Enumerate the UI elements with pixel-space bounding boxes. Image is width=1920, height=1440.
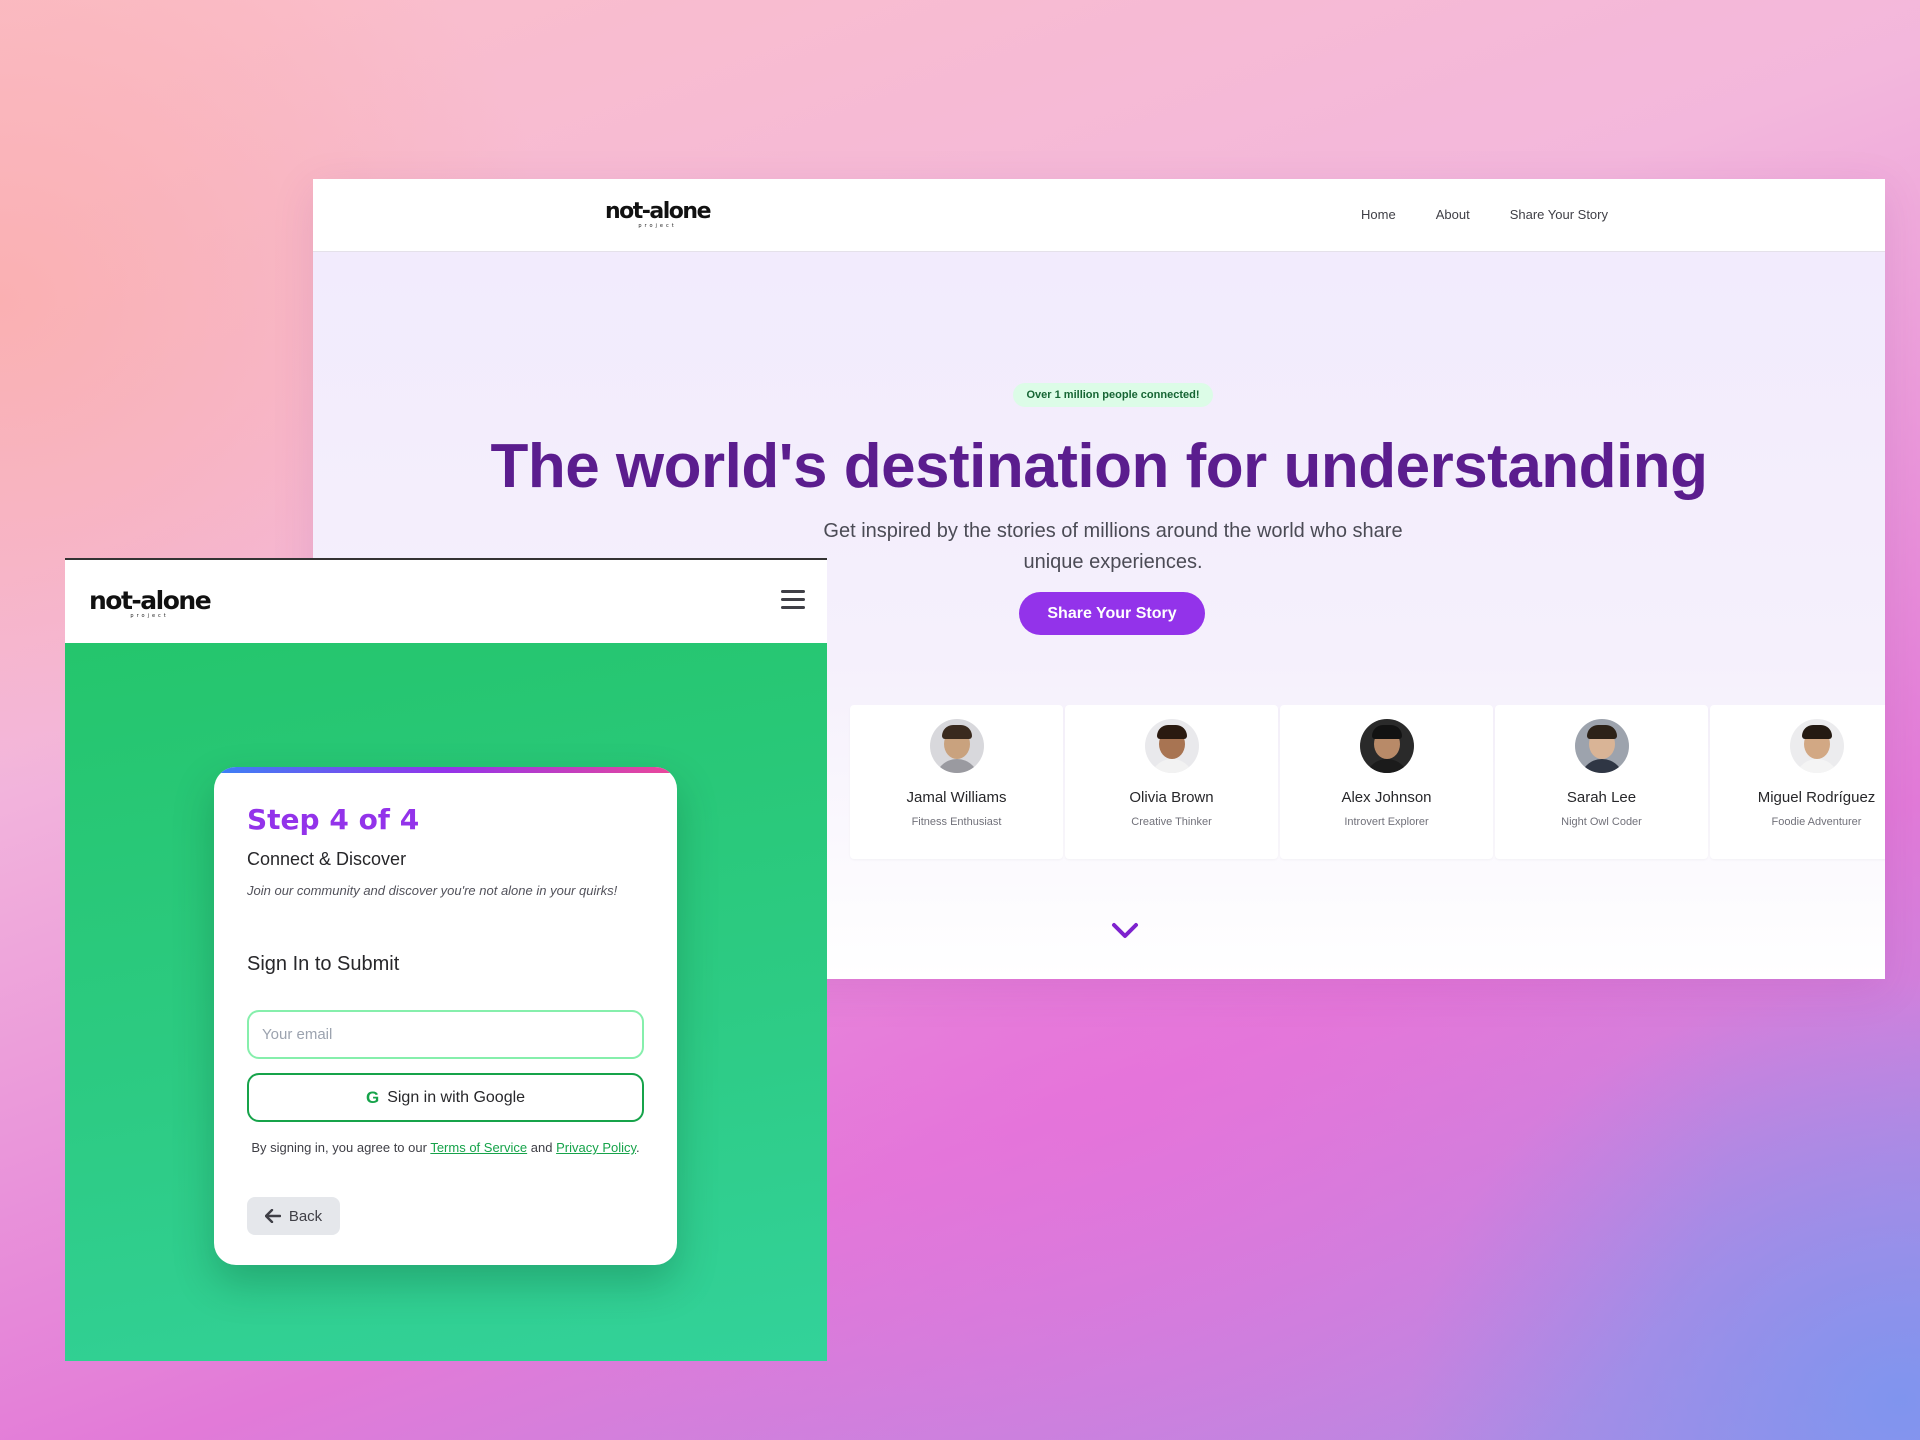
profile-name: Alex Johnson [1341, 789, 1432, 806]
profile-name: Sarah Lee [1566, 789, 1637, 806]
profile-name: Miguel Rodríguez [1757, 789, 1876, 806]
google-signin-button[interactable]: G Sign in with Google [247, 1073, 644, 1122]
profile-role: Introvert Explorer [1344, 816, 1429, 828]
profile-role: Creative Thinker [1131, 816, 1212, 828]
arrow-left-icon [264, 1209, 281, 1223]
back-button[interactable]: Back [247, 1197, 340, 1235]
profile-name: Jamal Williams [906, 789, 1007, 806]
site-logo[interactable]: not-alone project [89, 586, 212, 619]
avatar [1359, 719, 1414, 773]
privacy-policy-link[interactable]: Privacy Policy [556, 1140, 636, 1155]
site-logo[interactable]: not-alone project [605, 199, 712, 229]
google-icon: G [365, 1087, 380, 1107]
mobile-header: not-alone project [65, 558, 827, 643]
terms-prefix: By signing in, you agree to our [251, 1140, 427, 1155]
avatar [929, 719, 984, 773]
connected-badge: Over 1 million people connected! [1013, 383, 1213, 407]
chevron-down-icon[interactable] [1110, 921, 1140, 941]
hamburger-menu-icon[interactable] [781, 590, 805, 614]
nav-share-your-story[interactable]: Share Your Story [1510, 207, 1608, 222]
profile-card[interactable]: Olivia Brown Creative Thinker [1065, 705, 1278, 859]
nav-about[interactable]: About [1436, 207, 1470, 222]
step-description: Join our community and discover you're n… [247, 883, 618, 898]
google-signin-label: Sign in with Google [387, 1088, 526, 1106]
main-nav: Home About Share Your Story [1361, 207, 1608, 222]
terms-of-service-link[interactable]: Terms of Service [430, 1140, 527, 1155]
step-subtitle: Connect & Discover [247, 849, 407, 869]
avatar [1574, 719, 1629, 773]
profile-card[interactable]: Alex Johnson Introvert Explorer [1280, 705, 1493, 859]
email-input[interactable] [247, 1010, 644, 1059]
profile-card[interactable]: Miguel Rodríguez Foodie Adventurer [1710, 705, 1885, 859]
nav-home[interactable]: Home [1361, 207, 1396, 222]
terms-and: and [530, 1140, 553, 1155]
avatar [1789, 719, 1844, 773]
hero-subtitle: Get inspired by the stories of millions … [823, 520, 1403, 573]
share-story-button[interactable]: Share Your Story [1019, 592, 1205, 635]
logo-text: not-alone [89, 586, 212, 615]
avatar [1144, 719, 1199, 773]
profile-role: Fitness Enthusiast [911, 816, 1002, 828]
desktop-header: not-alone project Home About Share Your … [313, 179, 1885, 252]
signup-step-card: Step 4 of 4 Connect & Discover Join our … [214, 767, 677, 1265]
hero-title: The world's destination for understandin… [490, 432, 1708, 501]
logo-subtext: project [638, 223, 677, 229]
profile-card[interactable]: Jamal Williams Fitness Enthusiast [850, 705, 1063, 859]
profile-card[interactable]: Sarah Lee Night Owl Coder [1495, 705, 1708, 859]
terms-notice: By signing in, you agree to our Terms of… [247, 1138, 644, 1158]
back-label: Back [288, 1207, 323, 1225]
profile-role: Night Owl Coder [1561, 816, 1642, 828]
profile-carousel: Jamal Williams Fitness Enthusiast Olivia… [850, 705, 1885, 859]
card-accent-bar [214, 767, 677, 773]
profile-role: Foodie Adventurer [1771, 816, 1862, 828]
signin-heading: Sign In to Submit [247, 953, 400, 975]
logo-text: not-alone [605, 199, 712, 224]
profile-name: Olivia Brown [1129, 789, 1214, 806]
terms-end: . [636, 1140, 640, 1155]
mobile-window: not-alone project Step 4 of 4 Connect & … [65, 558, 827, 1361]
step-title: Step 4 of 4 [247, 803, 420, 836]
